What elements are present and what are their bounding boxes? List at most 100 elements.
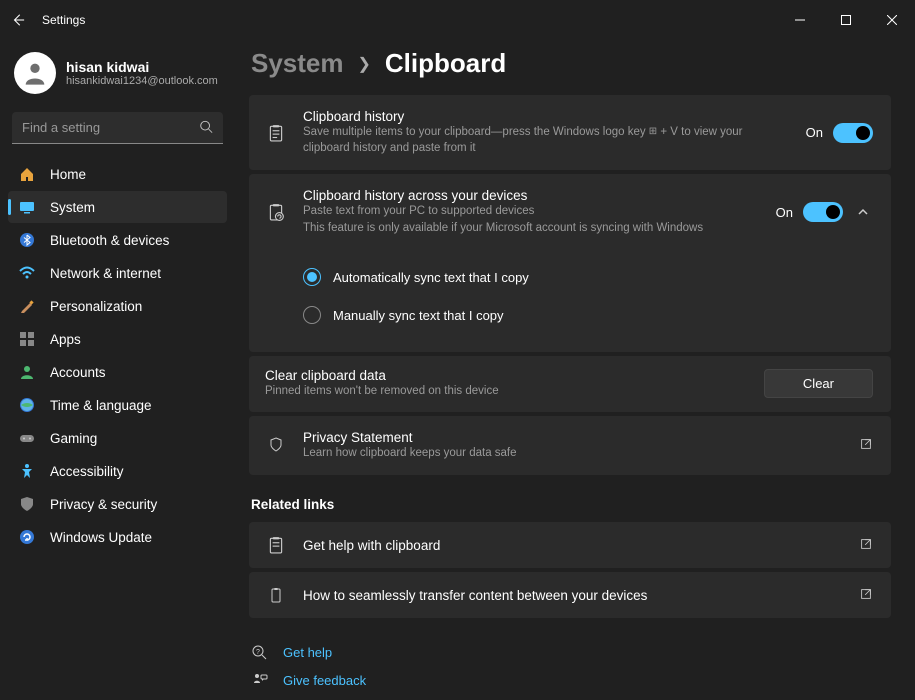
windows-key-icon: ⊞: [649, 125, 657, 139]
link-text: Get help: [283, 645, 332, 660]
open-external-icon: [859, 437, 873, 454]
shield-icon: [265, 437, 287, 453]
across-devices-card: Clipboard history across your devices Pa…: [249, 174, 891, 352]
gaming-icon: [18, 429, 36, 447]
clipboard-icon: [265, 124, 287, 142]
history-toggle[interactable]: [833, 123, 873, 143]
radio-auto-sync[interactable]: Automatically sync text that I copy: [303, 258, 873, 296]
sidebar-item-time[interactable]: Time & language: [8, 389, 227, 421]
nav-label: Home: [50, 167, 86, 182]
window-title: Settings: [42, 13, 85, 27]
privacy-card[interactable]: Privacy Statement Learn how clipboard ke…: [249, 416, 891, 476]
radio-manual-sync[interactable]: Manually sync text that I copy: [303, 296, 873, 334]
clear-data-card: Clear clipboard data Pinned items won't …: [249, 356, 891, 412]
back-button[interactable]: [8, 10, 28, 30]
content: System ❯ Clipboard Clipboard history Sav…: [235, 40, 915, 700]
card-title: Get help with clipboard: [303, 538, 843, 553]
sidebar-item-system[interactable]: System: [8, 191, 227, 223]
personalization-icon: [18, 297, 36, 315]
card-subtitle: Pinned items won't be removed on this de…: [265, 384, 748, 400]
clipboard-sync-icon: [265, 203, 287, 221]
related-links-title: Related links: [251, 497, 891, 512]
radio-label: Manually sync text that I copy: [333, 308, 504, 323]
user-email: hisankidwai1234@outlook.com: [66, 75, 218, 87]
card-title: Clipboard history across your devices: [303, 188, 760, 203]
sidebar-item-apps[interactable]: Apps: [8, 323, 227, 355]
nav-label: Apps: [50, 332, 81, 347]
nav-label: Personalization: [50, 299, 142, 314]
svg-text:?: ?: [256, 649, 260, 656]
minimize-button[interactable]: [777, 4, 823, 36]
across-toggle[interactable]: [803, 202, 843, 222]
open-external-icon: [859, 537, 873, 554]
maximize-button[interactable]: [823, 4, 869, 36]
nav-label: System: [50, 200, 95, 215]
user-block[interactable]: hisan kidwai hisankidwai1234@outlook.com: [8, 44, 227, 112]
sidebar-item-personalization[interactable]: Personalization: [8, 290, 227, 322]
give-feedback-link[interactable]: Give feedback: [251, 666, 891, 694]
clipboard-icon: [265, 536, 287, 554]
accessibility-icon: [18, 462, 36, 480]
card-subtitle: Learn how clipboard keeps your data safe: [303, 446, 843, 462]
home-icon: [18, 165, 36, 183]
nav-label: Network & internet: [50, 266, 161, 281]
get-help-link[interactable]: ? Get help: [251, 638, 891, 666]
sidebar: hisan kidwai hisankidwai1234@outlook.com…: [0, 40, 235, 700]
search-input[interactable]: [12, 112, 223, 144]
open-external-icon: [859, 587, 873, 604]
bluetooth-icon: [18, 231, 36, 249]
radio-icon: [303, 306, 321, 324]
toggle-label: On: [806, 125, 823, 140]
card-subtitle: Save multiple items to your clipboard—pr…: [303, 125, 790, 156]
nav-label: Time & language: [50, 398, 152, 413]
nav-label: Accessibility: [50, 464, 124, 479]
clear-button[interactable]: Clear: [764, 369, 873, 398]
sidebar-item-gaming[interactable]: Gaming: [8, 422, 227, 454]
card-title: Privacy Statement: [303, 430, 843, 445]
related-transfer-card[interactable]: How to seamlessly transfer content betwe…: [249, 572, 891, 618]
search-icon: [199, 120, 213, 137]
radio-icon: [303, 268, 321, 286]
sidebar-item-accessibility[interactable]: Accessibility: [8, 455, 227, 487]
card-subtitle: This feature is only available if your M…: [303, 221, 760, 237]
privacy-icon: [18, 495, 36, 513]
nav-label: Bluetooth & devices: [50, 233, 169, 248]
sidebar-item-update[interactable]: Windows Update: [8, 521, 227, 553]
close-button[interactable]: [869, 4, 915, 36]
feedback-icon: [251, 671, 269, 689]
nav-list: Home System Bluetooth & devices Network …: [8, 158, 227, 553]
titlebar: Settings: [0, 0, 915, 40]
apps-icon: [18, 330, 36, 348]
time-icon: [18, 396, 36, 414]
sidebar-item-network[interactable]: Network & internet: [8, 257, 227, 289]
avatar: [14, 52, 56, 94]
help-icon: ?: [251, 643, 269, 661]
breadcrumb: System ❯ Clipboard: [249, 48, 891, 79]
card-title: Clear clipboard data: [265, 368, 748, 383]
network-icon: [18, 264, 36, 282]
system-icon: [18, 198, 36, 216]
nav-label: Gaming: [50, 431, 97, 446]
sidebar-item-bluetooth[interactable]: Bluetooth & devices: [8, 224, 227, 256]
related-help-card[interactable]: Get help with clipboard: [249, 522, 891, 568]
card-title: Clipboard history: [303, 109, 790, 124]
card-title: How to seamlessly transfer content betwe…: [303, 588, 843, 603]
accounts-icon: [18, 363, 36, 381]
breadcrumb-parent[interactable]: System: [251, 48, 344, 79]
sidebar-item-home[interactable]: Home: [8, 158, 227, 190]
chevron-up-icon[interactable]: [853, 202, 873, 222]
link-text: Give feedback: [283, 673, 366, 688]
clipboard-icon: [265, 586, 287, 604]
update-icon: [18, 528, 36, 546]
radio-label: Automatically sync text that I copy: [333, 270, 529, 285]
user-name: hisan kidwai: [66, 59, 218, 75]
sidebar-item-privacy[interactable]: Privacy & security: [8, 488, 227, 520]
toggle-label: On: [776, 205, 793, 220]
card-subtitle: Paste text from your PC to supported dev…: [303, 204, 760, 220]
sidebar-item-accounts[interactable]: Accounts: [8, 356, 227, 388]
nav-label: Privacy & security: [50, 497, 157, 512]
clipboard-history-card: Clipboard history Save multiple items to…: [249, 95, 891, 170]
nav-label: Windows Update: [50, 530, 152, 545]
page-title: Clipboard: [385, 48, 506, 79]
chevron-right-icon: ❯: [358, 54, 371, 74]
